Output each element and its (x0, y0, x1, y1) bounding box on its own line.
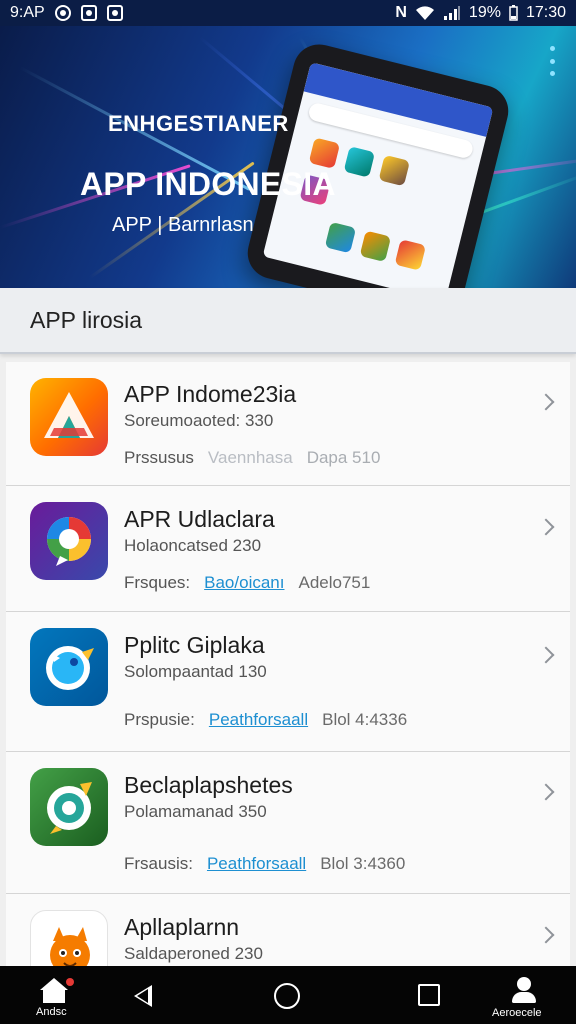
app-subtitle: Saldaperoned 230 (124, 944, 263, 963)
wifi-icon (415, 6, 434, 20)
app-subtitle: Polamamanad 350 (124, 802, 267, 821)
list-item[interactable]: APR Udlaclara Holaoncatsed 230 Frsques: … (6, 486, 570, 612)
status-left: 9:AP (10, 4, 123, 22)
status-right: N 19% 17:30 (395, 4, 566, 22)
image-icon (106, 5, 123, 21)
chevron-right-icon[interactable] (537, 393, 555, 411)
meta-link[interactable]: Bao/oicanı (204, 573, 284, 593)
list-item[interactable]: Pplitc Giplaka Solompaantad 130 Prspusie… (6, 612, 570, 752)
app-meta: Frsausis: Peathforsaall Blol 3:4360 (124, 854, 405, 874)
compass-icon (30, 768, 108, 846)
list-item[interactable]: Apllaplarnn Saldaperoned 230 (6, 894, 570, 988)
battery-icon (509, 5, 518, 21)
status-bar: 9:AP N 19% 17:30 (0, 0, 576, 26)
phone-app-icon (324, 221, 357, 254)
app-name: Pplitc Giplaka (124, 632, 265, 658)
meta-label: Prssusus (124, 448, 194, 467)
phone-app-icon (378, 154, 411, 187)
meta-value: Adelo751 (298, 573, 371, 592)
meta-link[interactable]: Peathforsaall (209, 710, 308, 730)
app-meta: Frsques: Bao/oicanı Adelo751 (124, 573, 370, 593)
phone-app-icon (359, 230, 392, 263)
app-name: Apllaplarnn (124, 914, 240, 940)
profile-label: Aeroecele (492, 1007, 542, 1019)
chevron-right-icon[interactable] (537, 783, 555, 801)
more-vert-icon[interactable] (545, 46, 559, 76)
phone-app-icon (308, 137, 341, 169)
status-left-text: 9:AP (10, 4, 45, 21)
section-title: APP lirosia (30, 306, 143, 333)
meta-label: Prspusie: (124, 710, 195, 729)
nfc-icon: N (395, 4, 407, 21)
meta-value: Dapa 510 (306, 448, 381, 467)
home-circle-icon[interactable] (274, 983, 300, 1009)
banner-kicker: ENHGESTIANER (108, 111, 289, 136)
camera-icon (80, 5, 97, 21)
meta-label: Frsausis: (124, 854, 193, 873)
battery-text: 19% (468, 4, 501, 21)
app-meta: Prspusie: Peathforsaall Blol 4:4336 (124, 710, 407, 730)
app-name: APP Indome23ia (124, 381, 297, 407)
meta-value: Blol 4:4336 (322, 710, 408, 729)
meta-value: Blol 3:4360 (320, 854, 406, 873)
banner-subtitle: APP | Barnrlasn (112, 214, 254, 236)
app-name: Beclaplapshetes (124, 772, 293, 798)
notification-dot (66, 978, 74, 986)
meta-link[interactable]: Vaennhasa (208, 448, 293, 468)
status-time: 17:30 (525, 4, 566, 21)
home-label: Andsc (36, 1006, 67, 1018)
meta-link[interactable]: Peathforsaall (207, 854, 306, 874)
recents-icon[interactable] (418, 984, 440, 1006)
app-subtitle: Solompaantad 130 (124, 662, 267, 681)
profile-icon[interactable] (509, 975, 539, 1005)
app-name: APR Udlaclara (124, 506, 275, 532)
back-icon[interactable] (134, 985, 152, 1007)
bird-icon (30, 628, 108, 706)
abstract-triangle-icon (30, 378, 108, 456)
app-subtitle: Holaoncatsed 230 (124, 536, 262, 555)
app-root: 9:AP N 19% 17:30 ENHGESTIANER APP INDONE… (0, 0, 576, 1024)
list-item[interactable]: APP Indome23ia Soreumoaoted: 330 Prssusu… (6, 362, 570, 486)
signal-icon (443, 6, 460, 20)
app-subtitle: Soreumoaoted: 330 (124, 411, 274, 430)
target-icon (54, 5, 71, 21)
phone-illustration (242, 38, 514, 288)
chevron-right-icon[interactable] (537, 926, 555, 944)
app-meta: Prssusus Vaennhasa Dapa 510 (124, 448, 380, 468)
meta-label: Frsques: (124, 573, 191, 592)
hero-banner[interactable]: ENHGESTIANER APP INDONESIA APP | Barnrla… (0, 26, 576, 288)
chevron-right-icon[interactable] (537, 518, 555, 536)
chevron-right-icon[interactable] (537, 646, 555, 664)
bottom-navigation: Andsc Aeroecele (0, 966, 576, 1024)
list-item[interactable]: Beclaplapshetes Polamamanad 350 Frsausis… (6, 752, 570, 894)
section-header: APP lirosia (0, 288, 576, 354)
banner-title: APP INDONESIA (80, 166, 336, 202)
phone-app-icon (343, 146, 376, 178)
color-bubble-icon (30, 502, 108, 580)
phone-app-icon (394, 239, 427, 271)
